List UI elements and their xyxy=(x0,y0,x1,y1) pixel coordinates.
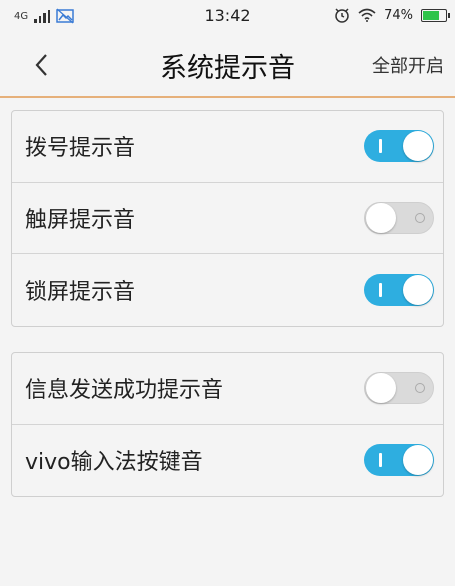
battery-icon xyxy=(421,8,450,22)
wifi-icon xyxy=(358,8,376,22)
setting-row-message-sent-tone: 信息发送成功提示音 xyxy=(12,353,443,425)
setting-row-touch-tone: 触屏提示音 xyxy=(12,183,443,254)
setting-row-lock-tone: 锁屏提示音 xyxy=(12,254,443,326)
message-sent-tone-toggle[interactable] xyxy=(364,372,434,405)
nav-bar: 系统提示音 全部开启 xyxy=(0,32,455,98)
lock-tone-toggle[interactable] xyxy=(364,273,434,306)
alarm-icon xyxy=(335,8,349,23)
status-bar: 4G 13:42 74% xyxy=(0,0,455,32)
battery-percent: 74% xyxy=(384,7,413,23)
setting-label: 拨号提示音 xyxy=(25,136,136,162)
status-right: 74% xyxy=(334,7,450,23)
setting-label: 信息发送成功提示音 xyxy=(25,378,224,404)
setting-row-keyboard-tone: vivo输入法按键音 xyxy=(12,425,443,497)
setting-row-dial-tone: 拨号提示音 xyxy=(12,111,443,183)
setting-label: 触屏提示音 xyxy=(25,207,136,233)
enable-all-button[interactable]: 全部开启 xyxy=(372,52,444,78)
keyboard-tone-toggle[interactable] xyxy=(364,444,434,477)
dial-tone-toggle[interactable] xyxy=(364,130,434,163)
setting-label: 锁屏提示音 xyxy=(25,279,136,305)
settings-group-2: 信息发送成功提示音 vivo输入法按键音 xyxy=(11,352,444,497)
setting-label: vivo输入法按键音 xyxy=(25,450,203,476)
settings-group-1: 拨号提示音 触屏提示音 锁屏提示音 xyxy=(11,110,444,327)
touch-tone-toggle[interactable] xyxy=(364,201,434,234)
